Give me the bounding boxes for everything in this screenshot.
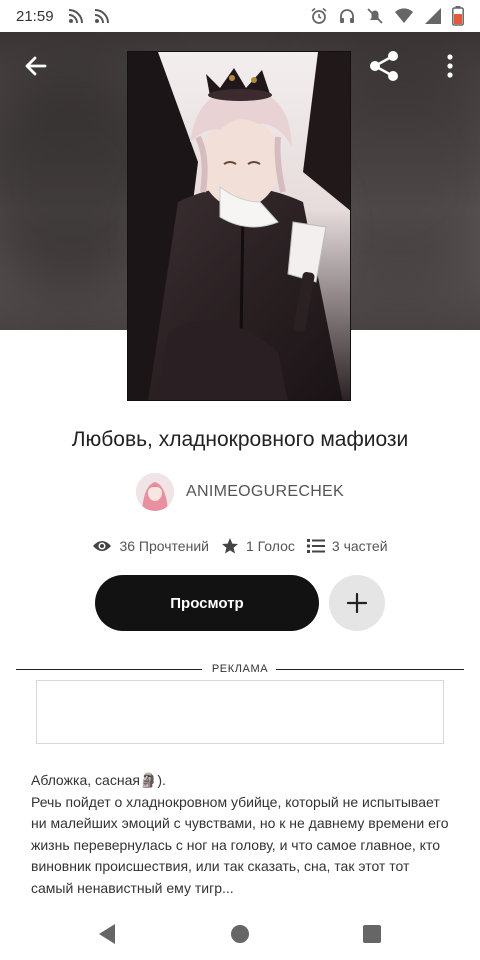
reads-stat: 36 Прочтений — [92, 538, 209, 554]
avatar[interactable] — [136, 473, 174, 511]
circle-home-icon — [231, 925, 249, 943]
rss-icon — [94, 8, 110, 24]
author-link[interactable]: ANIMEOGURECHEK — [0, 472, 480, 512]
ad-container[interactable] — [36, 680, 444, 744]
nav-back-button[interactable] — [92, 919, 122, 949]
votes-stat: 1 Голос — [221, 537, 295, 555]
triangle-back-icon — [99, 924, 115, 944]
headphones-icon — [338, 7, 356, 25]
parts-count: 3 частей — [331, 538, 388, 554]
parts-stat: 3 частей — [306, 538, 388, 554]
status-bar: 21:59 — [0, 0, 480, 32]
share-icon — [370, 51, 398, 81]
votes-count: 1 Голос — [245, 538, 295, 554]
arrow-left-icon — [25, 56, 47, 76]
status-time: 21:59 — [16, 7, 54, 25]
square-recents-icon — [363, 925, 381, 943]
ad-divider: РЕКЛАМА — [16, 660, 464, 680]
mute-icon — [366, 7, 384, 25]
reads-count: 36 Прочтений — [119, 538, 209, 554]
description-text: Речь пойдет о хладнокровном убийце, кото… — [31, 793, 449, 896]
story-stats: 36 Прочтений 1 Голос 3 частей — [0, 534, 480, 558]
nav-recents-button[interactable] — [357, 919, 387, 949]
alarm-icon — [310, 7, 328, 25]
signal-icon — [424, 7, 442, 25]
share-button[interactable] — [364, 46, 404, 86]
add-to-library-button[interactable] — [329, 575, 385, 631]
list-icon — [306, 539, 325, 553]
system-nav-bar — [0, 905, 480, 960]
story-title: Любовь, хладнокровного мафиози — [71, 428, 409, 451]
eye-icon — [93, 541, 112, 551]
more-vertical-icon — [447, 54, 453, 78]
rss-icon — [68, 8, 84, 24]
story-cover-image[interactable] — [127, 51, 351, 401]
battery-icon — [452, 6, 464, 26]
wifi-icon — [394, 7, 414, 25]
back-button[interactable] — [16, 46, 56, 86]
description-line-1: Аблoжка, сасная🗿). — [31, 772, 166, 788]
more-options-button[interactable] — [430, 46, 470, 86]
story-description[interactable]: Аблoжка, сасная🗿). Речь пойдет о хладнок… — [31, 770, 451, 899]
author-name[interactable]: ANIMEOGURECHEK — [186, 483, 344, 501]
star-icon — [221, 538, 238, 554]
plus-icon — [346, 592, 368, 614]
view-button[interactable]: Просмотр — [95, 575, 319, 631]
nav-home-button[interactable] — [225, 919, 255, 949]
